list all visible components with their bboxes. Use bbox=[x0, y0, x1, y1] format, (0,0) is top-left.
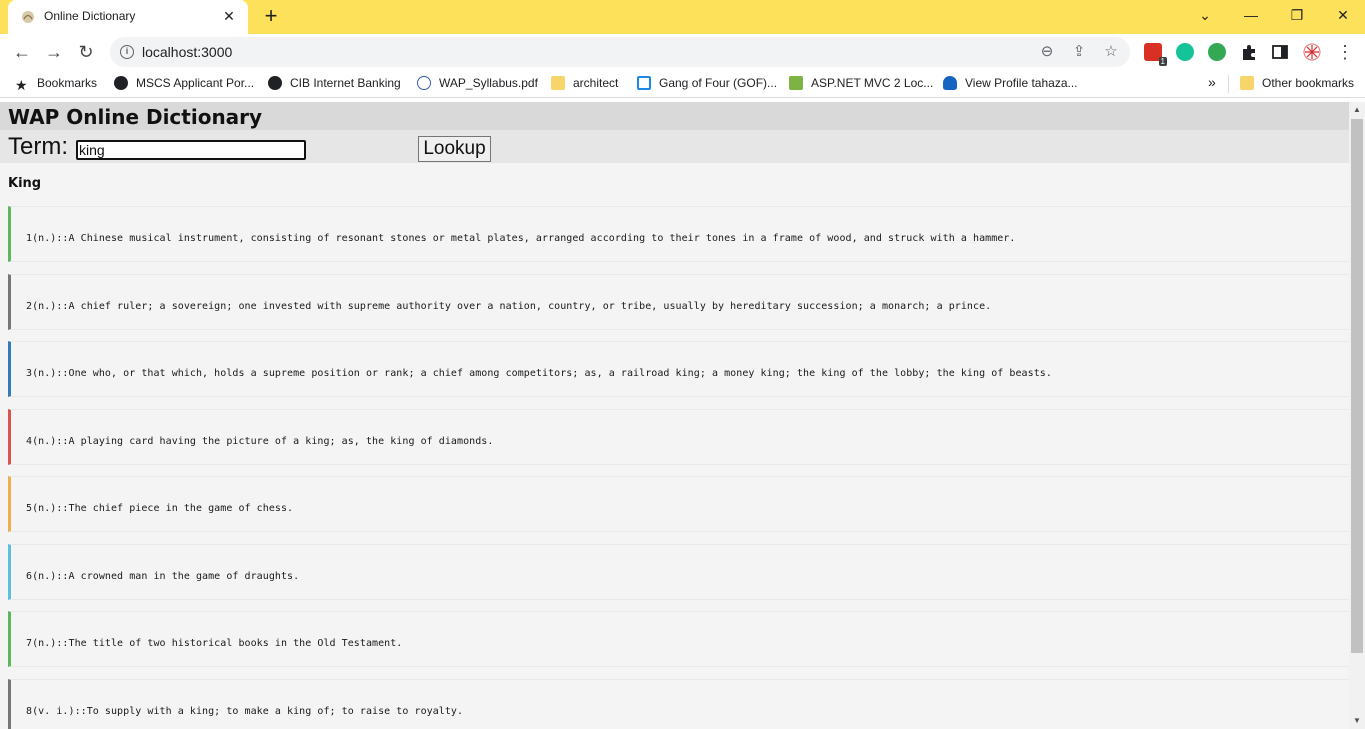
term-input[interactable] bbox=[76, 140, 306, 160]
other-bookmarks-folder[interactable]: Other bookmarks bbox=[1240, 76, 1354, 92]
d-logo-icon bbox=[637, 76, 651, 90]
definition-item: 4(n.)::A playing card having the picture… bbox=[8, 408, 1349, 465]
definition-item: 3(n.)::One who, or that which, holds a s… bbox=[8, 341, 1349, 397]
dictionary-favicon-icon bbox=[22, 11, 34, 23]
extensions-puzzle-icon[interactable] bbox=[1240, 43, 1258, 61]
term-label: Term: bbox=[8, 133, 68, 160]
definition-text: 8(v. i.)::To supply with a king; to make… bbox=[26, 705, 464, 717]
side-panel-icon[interactable] bbox=[1271, 43, 1289, 61]
new-tab-button[interactable]: + bbox=[258, 4, 284, 30]
browser-menu-icon[interactable]: ⋮ bbox=[1331, 38, 1359, 66]
scrollbar-thumb[interactable] bbox=[1351, 119, 1363, 653]
page-scrollbar[interactable]: ▲ ▼ bbox=[1349, 102, 1365, 729]
bookmarks-bar: ★ Bookmarks MSCS Applicant Por... CIB Int… bbox=[0, 70, 1365, 98]
definition-item: 2(n.)::A chief ruler; a sovereign; one i… bbox=[8, 273, 1349, 330]
forward-button[interactable]: → bbox=[40, 38, 68, 66]
definition-item: 8(v. i.)::To supply with a king; to make… bbox=[8, 678, 1349, 729]
definition-text: 7(n.)::The title of two historical books… bbox=[26, 638, 403, 649]
bookmark-item[interactable]: WAP_Syllabus.pdf bbox=[417, 76, 538, 92]
definition-item: 6(n.)::A crowned man in the game of drau… bbox=[8, 543, 1349, 600]
page-title: WAP Online Dictionary bbox=[8, 105, 263, 129]
back-button[interactable]: ← bbox=[8, 38, 36, 66]
extension-badge: 1 bbox=[1158, 57, 1167, 66]
bookmarks-overflow-button[interactable]: » bbox=[1208, 74, 1216, 90]
definition-text: 2(n.)::A chief ruler; a sovereign; one i… bbox=[26, 300, 992, 312]
site-info-icon[interactable]: i bbox=[120, 45, 134, 59]
restore-button[interactable]: ❐ bbox=[1284, 4, 1310, 26]
extension-red-icon[interactable]: 1 bbox=[1144, 43, 1167, 66]
definition-text: 6(n.)::A crowned man in the game of drau… bbox=[26, 570, 300, 582]
scroll-down-arrow-icon[interactable]: ▼ bbox=[1349, 713, 1365, 729]
close-window-button[interactable]: ✕ bbox=[1330, 4, 1356, 26]
bookmarks-divider bbox=[1228, 75, 1229, 93]
globe-icon bbox=[268, 76, 282, 90]
search-form: Term: Lookup bbox=[0, 130, 1349, 163]
tab-title: Online Dictionary bbox=[44, 9, 136, 23]
scroll-up-arrow-icon[interactable]: ▲ bbox=[1349, 102, 1365, 118]
globe-icon bbox=[114, 76, 128, 90]
share-icon[interactable]: ⇪ bbox=[1070, 43, 1088, 61]
bookmark-item[interactable]: MSCS Applicant Por... bbox=[114, 76, 254, 92]
definition-item: 1(n.)::A Chinese musical instrument, con… bbox=[8, 206, 1349, 262]
reload-button[interactable]: ↻ bbox=[72, 38, 100, 66]
definition-text: 3(n.)::One who, or that which, holds a s… bbox=[26, 368, 1052, 379]
bookmark-star-icon[interactable]: ☆ bbox=[1102, 43, 1120, 61]
result-word-heading: King bbox=[8, 176, 42, 191]
definition-text: 1(n.)::A Chinese musical instrument, con… bbox=[26, 233, 1016, 244]
folder-icon bbox=[551, 76, 565, 90]
definitions-list: 1(n.)::A Chinese musical instrument, con… bbox=[8, 206, 1349, 729]
profile-avatar-icon[interactable] bbox=[1303, 43, 1321, 61]
definition-text: 4(n.)::A playing card having the picture… bbox=[26, 435, 494, 447]
seal-icon bbox=[417, 76, 431, 90]
app-header: WAP Online Dictionary bbox=[0, 102, 1349, 130]
star-icon: ★ bbox=[15, 77, 28, 93]
tab-search-dropdown-icon[interactable]: ⌄ bbox=[1192, 4, 1218, 26]
definition-item: 7(n.)::The title of two historical books… bbox=[8, 611, 1349, 667]
extension-green-icon[interactable] bbox=[1208, 43, 1226, 61]
zoom-icon[interactable]: ⊖ bbox=[1038, 43, 1056, 61]
lookup-button[interactable]: Lookup bbox=[418, 136, 491, 162]
tab-strip: Online Dictionary ✕ + ⌄ — ❐ ✕ bbox=[0, 0, 1365, 34]
grammarly-icon[interactable] bbox=[1176, 43, 1194, 61]
butterfly-icon bbox=[943, 76, 957, 90]
page-content: WAP Online Dictionary Term: Lookup King … bbox=[0, 102, 1349, 729]
folder-icon bbox=[1240, 76, 1254, 90]
bookmark-item[interactable]: CIB Internet Banking bbox=[268, 76, 401, 92]
minimize-button[interactable]: — bbox=[1238, 4, 1264, 26]
bookmark-item[interactable]: ASP.NET MVC 2 Loc... bbox=[789, 76, 933, 92]
browser-tab[interactable]: Online Dictionary ✕ bbox=[8, 0, 248, 34]
address-bar[interactable]: i localhost:3000 ⊖ ⇪ ☆ bbox=[110, 37, 1130, 67]
definition-item: 5(n.)::The chief piece in the game of ch… bbox=[8, 476, 1349, 532]
s-logo-icon bbox=[789, 76, 803, 90]
tab-close-icon[interactable]: ✕ bbox=[220, 7, 238, 25]
browser-toolbar: ← → ↻ i localhost:3000 ⊖ ⇪ ☆ 1 ⋮ bbox=[0, 34, 1365, 70]
bookmark-folder[interactable]: architect bbox=[551, 76, 618, 92]
bookmark-item[interactable]: Gang of Four (GOF)... bbox=[637, 76, 777, 92]
bookmark-item[interactable]: ★ Bookmarks bbox=[15, 76, 97, 92]
definition-text: 5(n.)::The chief piece in the game of ch… bbox=[26, 503, 294, 514]
bookmark-item[interactable]: View Profile tahaza... bbox=[943, 76, 1078, 92]
url-text[interactable]: localhost:3000 bbox=[142, 44, 232, 60]
